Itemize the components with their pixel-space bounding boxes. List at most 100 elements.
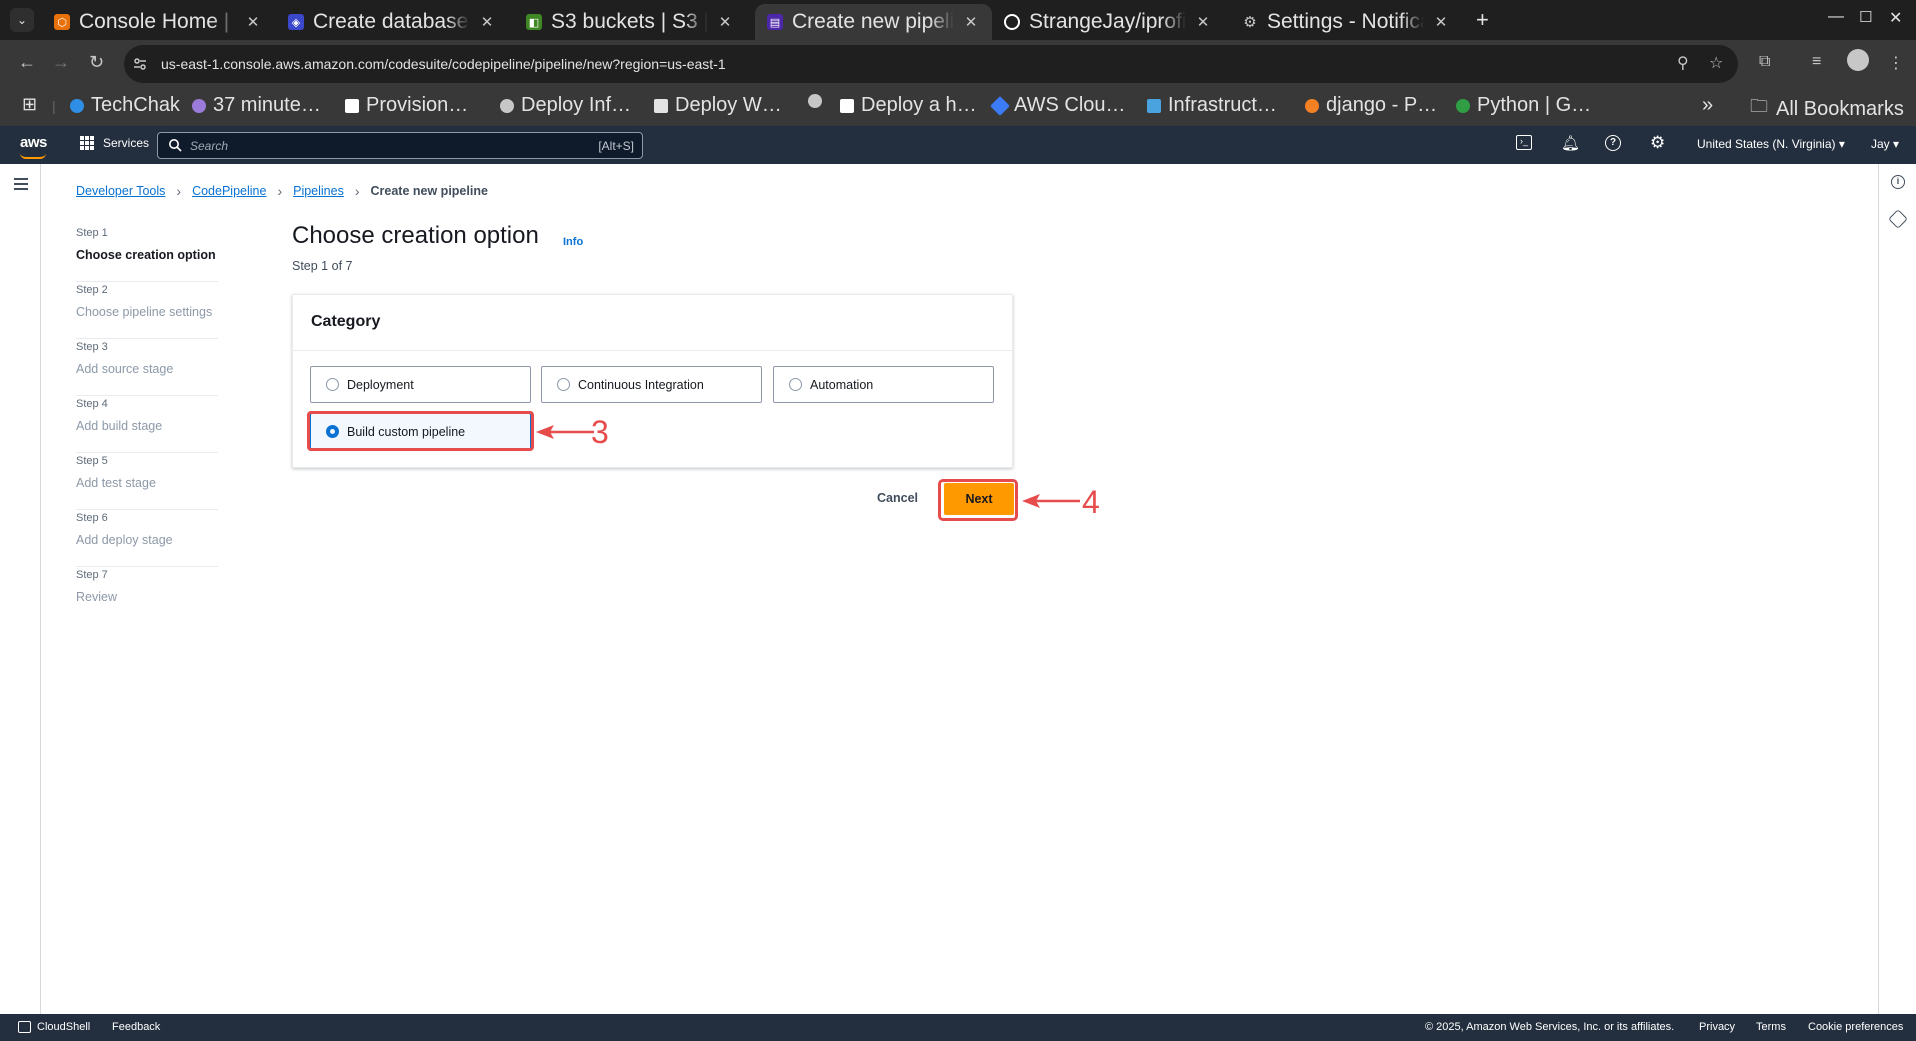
bookmark-icon — [1147, 98, 1161, 113]
category-header: Category — [293, 295, 1012, 351]
region-selector[interactable]: United States (N. Virginia) ▾ — [1697, 137, 1845, 151]
cookie-preferences-link[interactable]: Cookie preferences — [1808, 1021, 1903, 1033]
bookmark-icon — [192, 98, 206, 113]
cloudshell-icon — [18, 1021, 31, 1033]
cloudshell-link[interactable]: CloudShell — [37, 1021, 90, 1033]
zoom-icon[interactable]: ⚲ — [1677, 53, 1689, 73]
cloudshell-icon[interactable]: ›_ — [1516, 135, 1532, 150]
radio-button[interactable] — [326, 378, 339, 391]
close-tab-icon[interactable]: ✕ — [962, 13, 980, 31]
bookmark-item[interactable]: Deploy Inf… — [500, 94, 631, 117]
breadcrumb-pipelines[interactable]: Pipelines — [293, 184, 344, 198]
bookmark-star-icon[interactable]: ☆ — [1709, 53, 1723, 73]
step-label: Add deploy stage — [76, 533, 173, 547]
bookmark-item[interactable]: Provision… — [345, 94, 468, 117]
tab-github[interactable]: StrangeJay/iprofile ✕ — [992, 4, 1224, 40]
step-label: Choose creation option — [76, 248, 216, 262]
notifications-bell-icon[interactable]: 🔔︎ — [1561, 134, 1580, 152]
new-tab-button[interactable]: + — [1476, 7, 1489, 33]
navigation-menu-icon[interactable] — [14, 178, 28, 193]
tab-title: S3 buckets | S3 | us — [551, 10, 708, 33]
bookmark-icon — [990, 95, 1010, 116]
gear-icon: ⚙ — [1243, 14, 1257, 31]
search-input[interactable]: Search [Alt+S] — [157, 132, 643, 159]
bookmark-item[interactable]: django - P… — [1305, 94, 1437, 117]
close-tab-icon[interactable]: ✕ — [478, 13, 496, 31]
radio-button[interactable] — [789, 378, 802, 391]
annotation-number: 3 — [591, 414, 609, 450]
breadcrumb: Developer Tools › CodePipeline › Pipelin… — [76, 183, 488, 199]
bookmark-item[interactable]: TechChak — [70, 94, 180, 117]
close-tab-icon[interactable]: ✕ — [1194, 13, 1212, 31]
tab-create-database[interactable]: ◈ Create database - R ✕ — [276, 4, 508, 40]
bookmark-item[interactable]: Python | G… — [1456, 94, 1591, 117]
services-menu[interactable]: Services — [80, 136, 149, 150]
extensions-icon[interactable]: ⧉ — [1759, 53, 1770, 71]
tab-title: Create database - R — [313, 10, 470, 33]
minimize-window-icon[interactable]: — — [1828, 8, 1844, 26]
wizard-steps: Step 1 Choose creation option Step 2 Cho… — [76, 225, 218, 624]
terms-link[interactable]: Terms — [1756, 1021, 1786, 1033]
info-panel-icon[interactable]: i — [1891, 175, 1905, 189]
breadcrumb-developer-tools[interactable]: Developer Tools — [76, 184, 165, 198]
annotation-number: 4 — [1082, 484, 1100, 520]
feedback-link[interactable]: Feedback — [112, 1021, 160, 1033]
option-label: Continuous Integration — [578, 377, 704, 392]
reload-icon[interactable]: ↻ — [89, 52, 104, 73]
tab-search-button[interactable]: ⌄ — [10, 8, 34, 32]
bookmark-item[interactable]: 37 minute… — [192, 94, 321, 117]
bookmark-item[interactable] — [808, 94, 829, 108]
cancel-button[interactable]: Cancel — [877, 491, 918, 505]
close-window-icon[interactable]: ✕ — [1889, 8, 1902, 28]
browser-tab-bar: ⌄ ⬡ Console Home | Co ✕ ◈ Create databas… — [0, 0, 1916, 40]
close-tab-icon[interactable]: ✕ — [716, 13, 734, 31]
info-link[interactable]: Info — [563, 236, 583, 248]
annotation-arrow-icon — [536, 425, 594, 439]
tab-settings[interactable]: ⚙ Settings - Notificat ✕ — [1230, 4, 1462, 40]
help-icon[interactable]: ? — [1605, 135, 1621, 151]
bookmark-item[interactable]: Deploy a h… — [840, 94, 977, 117]
step-number: Step 2 — [76, 284, 108, 296]
address-bar[interactable]: us-east-1.console.aws.amazon.com/codesui… — [124, 45, 1738, 83]
option-continuous-integration[interactable]: Continuous Integration — [541, 366, 762, 403]
bookmark-item[interactable]: AWS Clou… — [990, 94, 1126, 117]
tab-s3-buckets[interactable]: ◧ S3 buckets | S3 | us ✕ — [514, 4, 746, 40]
back-icon[interactable]: ← — [18, 52, 36, 73]
aws-logo[interactable]: aws — [20, 134, 47, 151]
tools-panel-icon[interactable] — [1888, 209, 1908, 229]
user-menu[interactable]: Jay ▾ — [1871, 137, 1899, 151]
profile-avatar[interactable] — [1847, 49, 1869, 71]
privacy-link[interactable]: Privacy — [1699, 1021, 1735, 1033]
bookmark-item[interactable]: Infrastruct… — [1147, 94, 1277, 117]
forward-icon[interactable]: → — [52, 52, 70, 73]
maximize-window-icon[interactable]: ☐ — [1859, 8, 1872, 26]
chevron-right-icon: › — [277, 183, 283, 199]
close-tab-icon[interactable]: ✕ — [244, 13, 262, 31]
step-number: Step 5 — [76, 455, 108, 467]
bookmark-icon — [345, 98, 359, 113]
bookmark-icon — [500, 98, 514, 113]
radio-button[interactable] — [557, 378, 570, 391]
next-button[interactable]: Next — [944, 483, 1014, 515]
browser-menu-icon[interactable]: ⋮ — [1888, 53, 1904, 73]
step-number: Step 1 — [76, 227, 108, 239]
step-label: Choose pipeline settings — [76, 305, 213, 319]
close-tab-icon[interactable]: ✕ — [1432, 13, 1450, 31]
option-automation[interactable]: Automation — [773, 366, 994, 403]
option-deployment[interactable]: Deployment — [310, 366, 531, 403]
media-control-icon[interactable]: ≡ — [1812, 53, 1821, 71]
settings-gear-icon[interactable]: ⚙ — [1650, 133, 1665, 153]
more-bookmarks-icon[interactable]: » — [1702, 94, 1713, 117]
tab-create-pipeline[interactable]: ▤ Create new pipelin ✕ — [755, 4, 992, 40]
bookmark-item[interactable]: Deploy W… — [654, 94, 782, 117]
browser-toolbar: ← → ↻ us-east-1.console.aws.amazon.com/c… — [0, 40, 1916, 88]
apps-icon[interactable]: ⊞ — [22, 94, 37, 115]
option-label: Automation — [810, 377, 874, 392]
tab-console-home[interactable]: ⬡ Console Home | Co ✕ — [42, 4, 274, 40]
services-grid-icon — [80, 136, 94, 150]
github-icon — [1004, 14, 1020, 30]
site-info-icon[interactable] — [132, 56, 148, 72]
wizard-step: Step 4 Add build stage — [76, 396, 218, 453]
all-bookmarks[interactable]: 🗀 All Bookmarks — [1750, 94, 1904, 124]
breadcrumb-codepipeline[interactable]: CodePipeline — [192, 184, 266, 198]
